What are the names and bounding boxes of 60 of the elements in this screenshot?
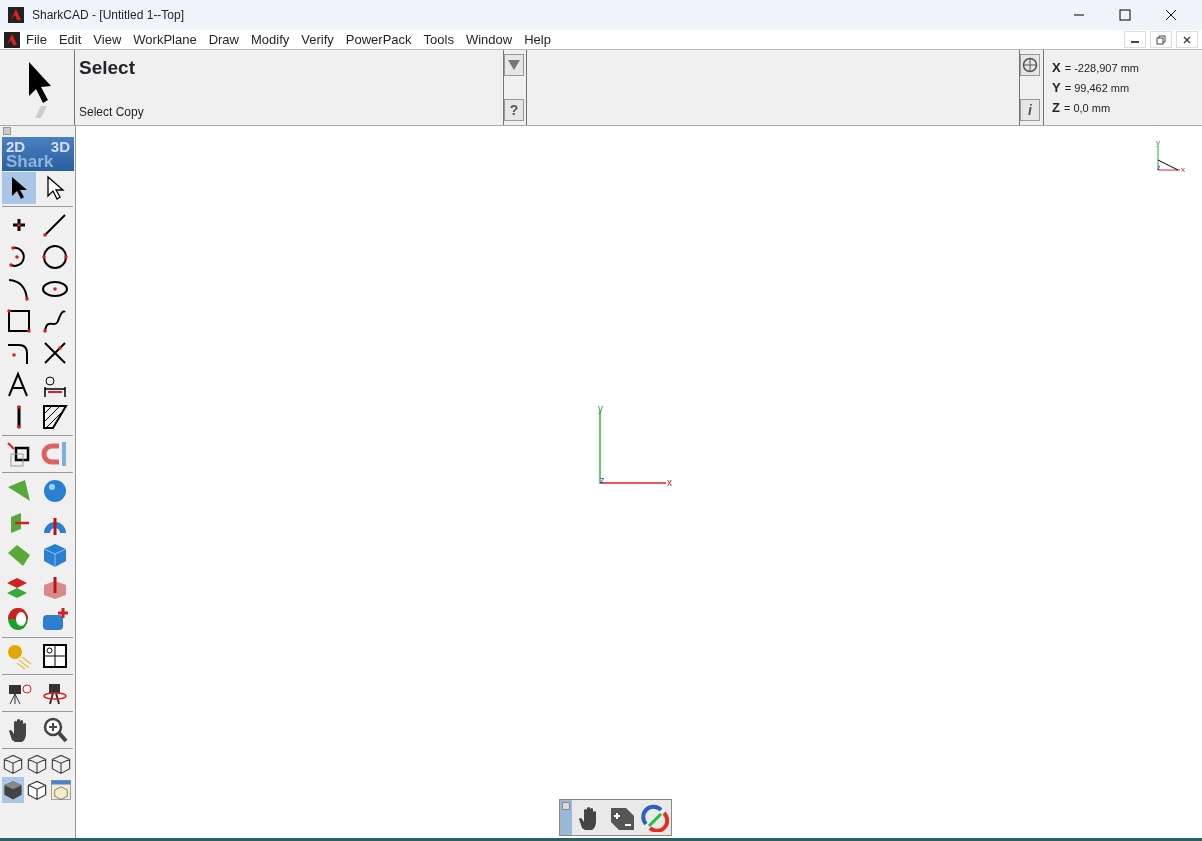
app-logo-icon [8,7,24,23]
rotate-icon [640,803,669,832]
coordinate-value: = 0,0 mm [1063,100,1111,116]
help-button[interactable]: ? [504,99,524,121]
logo-text: 2D [6,139,26,154]
coordinate-label: Z [1052,98,1060,117]
app-logo-icon [4,31,20,48]
coordinate-label: X [1052,58,1061,77]
menu-item[interactable]: Draw [202,29,245,50]
menu-item[interactable]: Verify [295,29,340,50]
restore-button[interactable] [1150,31,1172,48]
tool-button[interactable] [2,172,36,204]
target-button[interactable] [1020,54,1040,76]
circle-icon [41,243,69,271]
coordinate-label: Y [1052,78,1061,97]
zoom-icon [41,716,69,744]
menu-item[interactable]: PowerPack [339,29,418,50]
close-button[interactable] [1176,31,1198,48]
command-prompt: Select Copy [79,104,145,121]
logo-text: 3D [50,139,70,154]
menu-item[interactable]: Tools [417,29,460,50]
menu-item[interactable]: Window [459,29,519,50]
sphere-icon [41,477,69,505]
crosshair-icon [1022,57,1038,73]
menu-item[interactable]: Help [518,29,557,50]
minimize-button[interactable] [1124,31,1146,48]
solid-icon [41,605,69,633]
grip-handle[interactable] [3,127,11,135]
dropdown-button[interactable] [504,54,524,76]
cube-icon [26,779,48,801]
window-title: SharkCAD - [Untitled 1--Top] [32,7,185,24]
hatch-icon [41,403,69,431]
minimize-icon [1131,41,1139,43]
window-cube-icon [50,779,72,801]
coordinate-value: = 99,462 mm [1064,80,1130,96]
coordinate-value: = -228,907 mm [1064,60,1139,76]
light-icon [5,642,33,670]
info-button[interactable]: i [1020,99,1040,121]
grip-handle[interactable] [562,802,570,810]
command-title: Select [79,56,136,80]
menu-item[interactable]: View [87,29,128,50]
menu-item[interactable]: Modify [245,29,296,50]
axis-triad-drawing: y z x [594,406,684,496]
wireframe-cube-icon [26,753,48,775]
line-icon [41,211,69,239]
restore-icon [1156,34,1166,45]
menu-item[interactable]: Edit [52,29,88,50]
line-icon [15,403,23,431]
menu-item[interactable]: File [20,29,53,50]
close-icon [1183,35,1191,44]
shaded-cube-icon [2,779,24,801]
wireframe-cube-icon [50,753,72,775]
rectangle-icon [5,307,33,335]
menu-item[interactable]: WorkPlane [127,29,203,50]
dropdown-icon [507,59,521,71]
logo-text: Shark [5,154,55,169]
viewports-icon [41,642,69,670]
magnet-icon [41,440,69,468]
cube-icon [41,541,69,569]
wireframe-cube-icon [2,753,24,775]
